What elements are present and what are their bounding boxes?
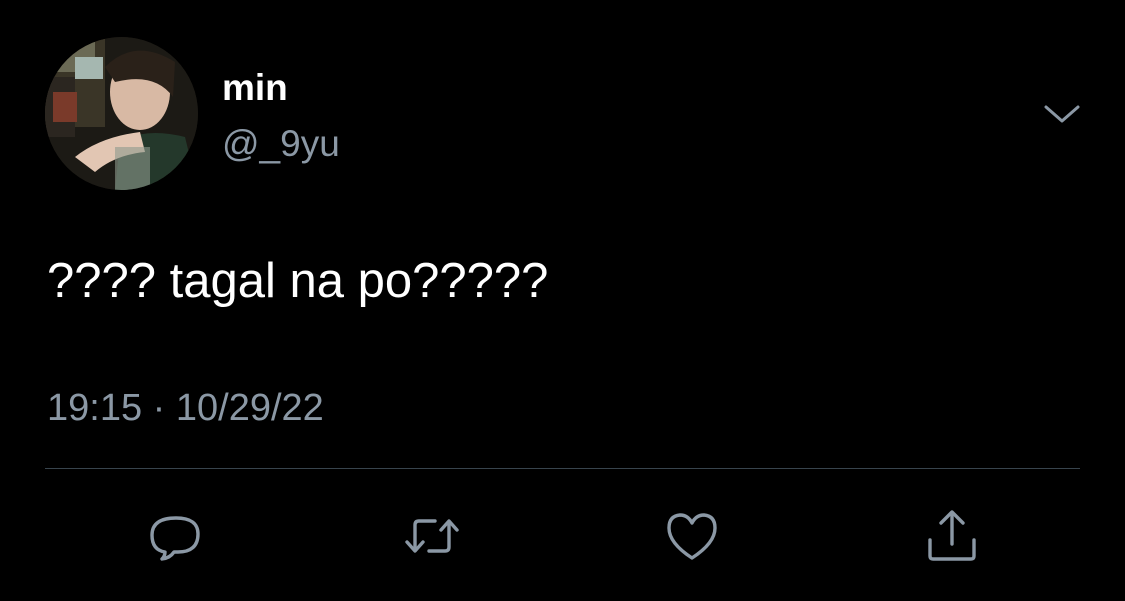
avatar-photo-icon xyxy=(45,37,198,190)
chevron-down-icon xyxy=(1044,105,1080,123)
tweet-date: 10/29/22 xyxy=(175,387,324,429)
author-display-name[interactable]: min xyxy=(222,68,288,108)
author-avatar[interactable] xyxy=(45,37,198,190)
heart-icon xyxy=(667,513,717,560)
like-button[interactable] xyxy=(662,506,722,566)
divider xyxy=(45,468,1080,469)
tweet-detail: min @_9yu ???? tagal na po????? 19:15 · … xyxy=(0,0,1125,601)
speech-bubble-icon xyxy=(150,516,200,561)
more-options-button[interactable] xyxy=(1040,96,1084,132)
retweet-button[interactable] xyxy=(402,506,462,566)
tweet-text: ???? tagal na po????? xyxy=(47,254,549,308)
meta-separator: · xyxy=(152,387,166,429)
retweet-arrows-icon xyxy=(405,519,459,553)
share-button[interactable] xyxy=(922,506,982,566)
tweet-time: 19:15 xyxy=(47,387,143,429)
tweet-timestamp[interactable]: 19:15 · 10/29/22 xyxy=(47,386,324,430)
author-handle[interactable]: @_9yu xyxy=(222,124,340,164)
share-upload-icon xyxy=(928,510,976,561)
reply-button[interactable] xyxy=(145,506,205,566)
